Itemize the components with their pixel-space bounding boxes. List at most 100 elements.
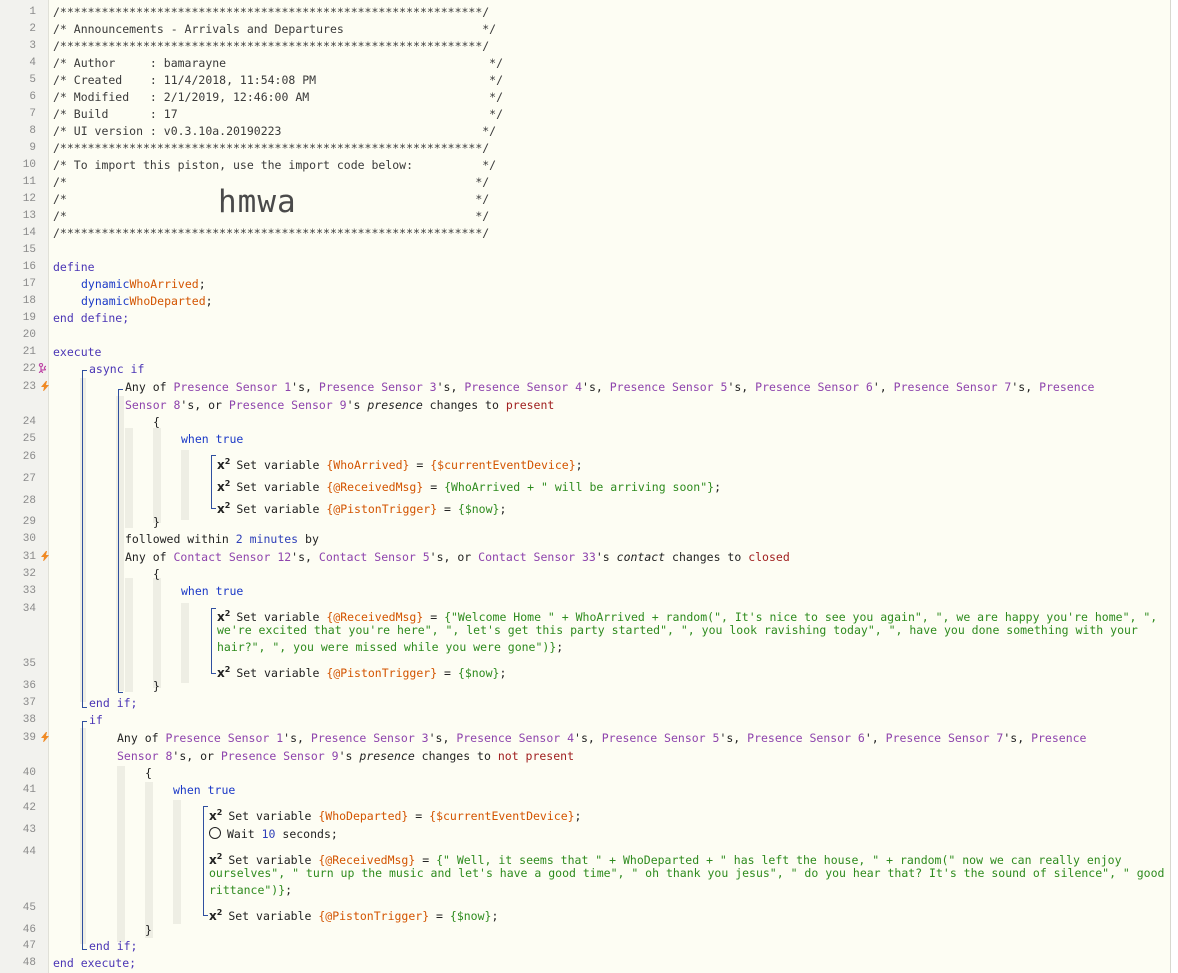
code-token: {WhoArrived + " will be arriving soon"} (444, 480, 715, 494)
code-token: ; (198, 277, 206, 291)
code-token: followed within (125, 532, 236, 546)
code-token: , (741, 380, 756, 394)
line-number: 7 (29, 108, 36, 120)
code-token: ; (285, 883, 293, 897)
end-execute-statement[interactable]: end execute; (53, 955, 136, 972)
code-token: seconds; (275, 827, 338, 841)
code-token: = (408, 809, 430, 823)
code-token: Wait (227, 827, 262, 841)
comment-line[interactable]: /* Build : 17 */ (53, 106, 503, 123)
code-token: = (437, 502, 458, 516)
code-token: 's (574, 731, 588, 745)
code-token: end if; (89, 939, 138, 953)
code-token: , (733, 731, 748, 745)
set-variable-action[interactable]: x2 Set variable {WhoDeparted} = {$current… (209, 804, 581, 825)
code-token: {$now} (457, 502, 500, 516)
line-number: 47 (22, 940, 36, 952)
code-token: /* UI version : v0.3.10a.20190223 */ (53, 124, 497, 138)
condition-line[interactable]: Sensor 8's, or Presence Sensor 9's prese… (125, 397, 554, 414)
end-if-statement[interactable]: end if; (89, 938, 137, 955)
code-token: ' (864, 731, 872, 745)
code-token: Any of (125, 380, 174, 394)
code-token: we're excited that you're here", ", let'… (217, 623, 1138, 637)
code-token: end define; (53, 311, 130, 325)
end-define-statement[interactable]: end define; (53, 310, 129, 327)
comment-line[interactable]: /***************************************… (53, 225, 489, 242)
code-token: WhoArrived (129, 277, 199, 291)
condition-line[interactable]: Any of Presence Sensor 1's, Presence Sen… (125, 379, 1094, 396)
brace[interactable]: { (153, 566, 160, 583)
code-token: {@ReceivedMsg} (326, 480, 424, 494)
condition-line[interactable]: Any of Presence Sensor 1's, Presence Sen… (117, 730, 1086, 747)
line-number: 38 (22, 714, 36, 726)
end-if-statement[interactable]: end if; (89, 695, 137, 712)
line-number: 1 (29, 6, 36, 18)
comment-line[interactable]: /* UI version : v0.3.10a.20190223 */ (53, 123, 496, 140)
condition-line[interactable]: Any of Contact Sensor 12's, Contact Sens… (125, 549, 790, 566)
code-token: {WhoArrived} (326, 458, 410, 472)
comment-line[interactable]: /* To import this piston, use the import… (53, 157, 496, 174)
brace[interactable]: } (153, 678, 160, 695)
code-token: = (429, 909, 450, 923)
set-variable-action[interactable]: x2 Set variable {WhoArrived} = {$currentE… (217, 453, 583, 474)
line-number: 5 (29, 74, 36, 86)
brace[interactable]: } (145, 922, 152, 939)
device-link: Contact Sensor 12 (173, 550, 292, 564)
comment-line[interactable]: /***************************************… (53, 140, 489, 157)
code-token: } (153, 679, 160, 693)
expression-continuation[interactable]: we're excited that you're here", ", let'… (217, 622, 1138, 639)
brace[interactable]: } (153, 514, 160, 531)
execute-statement[interactable]: execute (53, 344, 101, 361)
comment-line[interactable]: /* Author : bamarayne */ (53, 55, 503, 72)
line-number-gutter: 1 2 3 4 5 6 7 8 9 10 11 12 13 14 15 16 17 18 19 20 21 22 23 24 2… (0, 0, 49, 973)
condition-line[interactable]: Sensor 8's, or Presence Sensor 9's prese… (117, 748, 574, 765)
code-token: , (871, 731, 886, 745)
expression-continuation[interactable]: ourselves", " turn up the music and let'… (209, 865, 1164, 882)
comment-line[interactable]: /***************************************… (53, 4, 489, 21)
comment-line[interactable]: /* Announcements - Arrivals and Departur… (53, 21, 496, 38)
expression-continuation[interactable]: hair?", ", you were missed while you wer… (217, 639, 563, 656)
code-token: {@PistonTrigger} (326, 502, 438, 516)
variable-declaration[interactable]: dynamicWhoArrived; (81, 276, 206, 293)
code-token: 's (291, 380, 306, 394)
comment-line[interactable]: /* Created : 11/4/2018, 11:54:08 PM */ (53, 72, 503, 89)
code-token: 2 minutes (235, 532, 299, 546)
code-token: async if (89, 362, 145, 376)
line-number: 9 (29, 142, 36, 154)
line-number: 10 (22, 159, 36, 171)
code-token: Any of (117, 731, 166, 745)
branch-icon (38, 363, 46, 373)
if-statement[interactable]: if (89, 712, 103, 729)
set-variable-action[interactable]: x2 Set variable {@PistonTrigger} = {$now}… (209, 904, 498, 925)
line-number: 27 (22, 473, 36, 485)
when-true[interactable]: when true (173, 782, 235, 799)
line-number: 11 (22, 176, 36, 188)
code-token: when true (181, 584, 244, 598)
define-statement[interactable]: define (53, 259, 95, 276)
when-true[interactable]: when true (181, 431, 243, 448)
set-variable-action[interactable]: x2 Set variable {@ReceivedMsg} = {WhoArri… (217, 475, 721, 496)
code-token: { (153, 415, 160, 429)
code-token: Set variable (236, 502, 327, 516)
variable-declaration[interactable]: dynamicWhoDeparted; (81, 293, 213, 310)
code-token: 's (582, 380, 596, 394)
line-number: 33 (22, 585, 36, 597)
code-token: {$now} (449, 909, 492, 923)
device-link: Presence Sensor 3 (310, 731, 429, 745)
code-token: , (297, 731, 311, 745)
wait-action[interactable]: Wait 10 seconds; (209, 826, 338, 843)
comment-line[interactable]: /***************************************… (53, 38, 489, 55)
when-true[interactable]: when true (181, 583, 243, 600)
set-variable-action[interactable]: x2 Set variable {@PistonTrigger} = {$now}… (217, 497, 506, 518)
import-code[interactable]: hmwa (218, 184, 297, 220)
set-variable-action[interactable]: x2 Set variable {@PistonTrigger} = {$now}… (217, 661, 506, 682)
line-number: 34 (22, 603, 36, 615)
followed-within[interactable]: followed within 2 minutes by (125, 531, 319, 548)
comment-line[interactable]: /* Modified : 2/1/2019, 12:46:00 AM */ (53, 89, 503, 106)
brace[interactable]: { (145, 765, 152, 782)
brace[interactable]: { (153, 414, 160, 431)
device-link: Presence Sensor 5 (601, 731, 720, 745)
async-if-statement[interactable]: async if (89, 361, 144, 378)
code-token: contact (616, 550, 666, 564)
expression-continuation[interactable]: rittance")}; (209, 882, 292, 899)
